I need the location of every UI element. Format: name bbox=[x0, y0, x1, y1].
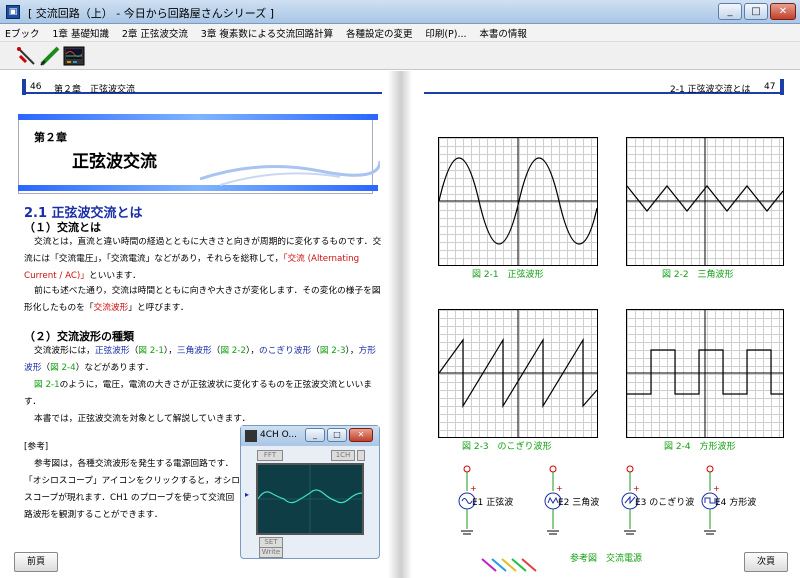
app-icon: ▣ bbox=[6, 5, 20, 19]
paragraph-3: 交流波形には，正弦波形（図 2-1），三角波形（図 2-2），のこぎり波形（図 … bbox=[24, 346, 376, 373]
fft-button[interactable]: FFT bbox=[257, 450, 283, 461]
link-fig-2-2[interactable]: 図 2-2 bbox=[220, 346, 246, 356]
channel-button[interactable]: 1CH bbox=[331, 450, 355, 461]
right-page-number: 47 bbox=[764, 82, 776, 92]
figure-2-1-caption: 図 2-1 正弦波形 bbox=[472, 270, 544, 280]
svg-text:+: + bbox=[556, 484, 563, 493]
figure-2-1-graph bbox=[438, 137, 598, 266]
link-sine[interactable]: 正弦波形 bbox=[95, 346, 130, 356]
left-page-header: 第２章 正弦波交流 bbox=[54, 85, 136, 95]
channel-spin[interactable] bbox=[357, 450, 365, 461]
figure-2-2-caption: 図 2-2 三角波形 bbox=[662, 270, 734, 280]
menu-about[interactable]: 本書の情報 bbox=[474, 24, 532, 42]
oscilloscope-titlebar[interactable]: 4CH O... _ □ ✕ bbox=[241, 426, 379, 446]
waveform-term: 交流波形 bbox=[93, 303, 129, 313]
figure-2-2-graph bbox=[626, 137, 784, 266]
menu-settings[interactable]: 各種設定の変更 bbox=[341, 24, 418, 42]
prev-page-button[interactable]: 前頁 bbox=[14, 552, 58, 572]
oscilloscope-window[interactable]: 4CH O... _ □ ✕ FFT 1CH ▸ SET Write bbox=[240, 425, 380, 559]
osc-close-button[interactable]: ✕ bbox=[349, 428, 373, 442]
link-fig-2-3[interactable]: 図 2-3 bbox=[320, 346, 346, 356]
oscilloscope-title: 4CH O... bbox=[260, 430, 297, 440]
next-page-button[interactable]: 次頁 bbox=[744, 552, 788, 572]
osc-maximize-button[interactable]: □ bbox=[327, 428, 347, 442]
oscilloscope-icon[interactable] bbox=[62, 44, 86, 68]
source-e4-label: E4 方形波 bbox=[715, 498, 757, 508]
toolbar bbox=[0, 42, 800, 70]
oscilloscope-screen bbox=[256, 463, 364, 535]
paragraph-1: 交流とは，直流と違い時間の経過とともに大きさと向きが周期的に変化するものです．交… bbox=[24, 237, 382, 281]
link-fig-2-4[interactable]: 図 2-4 bbox=[50, 363, 76, 373]
oscilloscope-app-icon bbox=[245, 430, 257, 442]
menu-chapter1[interactable]: 1章 基礎知識 bbox=[47, 24, 114, 42]
chapter-title: 正弦波交流 bbox=[72, 152, 157, 172]
subheading-1: （１）交流とは bbox=[24, 221, 101, 234]
figure-2-3-caption: 図 2-3 のこぎり波形 bbox=[462, 442, 552, 452]
title-bar: ▣ [ 交流回路（上） - 今日から回路屋さんシリーズ ] _ □ ✕ bbox=[0, 0, 800, 24]
paragraph-4: 図 2-1のように，電圧，電流の大きさが正弦波状に変化するものを正弦波交流といい… bbox=[24, 380, 372, 407]
paragraph-2: 前にも述べた通り，交流は時間とともに向きや大きさが変化します．その変化の様子を図… bbox=[24, 286, 381, 313]
pen-icon[interactable] bbox=[38, 44, 62, 68]
figure-2-4-caption: 図 2-4 方形波形 bbox=[664, 442, 736, 452]
osc-minimize-button[interactable]: _ bbox=[305, 428, 325, 442]
link-fig-2-1[interactable]: 図 2-1 bbox=[138, 346, 164, 356]
book-spine bbox=[388, 71, 412, 578]
left-page-number: 46 bbox=[30, 82, 42, 92]
source-e3-label: E3 のこぎり波 bbox=[635, 498, 695, 508]
reference-heading: [参考] bbox=[24, 442, 49, 452]
chapter-banner-swoosh bbox=[200, 160, 380, 186]
menu-bar: Eブック 1章 基礎知識 2章 正弦波交流 3章 複素数による交流回路計算 各種… bbox=[0, 24, 800, 42]
svg-text:+: + bbox=[470, 484, 477, 493]
write-button[interactable]: Write bbox=[259, 547, 283, 558]
link-sawtooth[interactable]: のこぎり波形 bbox=[259, 346, 311, 356]
close-button[interactable]: ✕ bbox=[770, 3, 796, 20]
right-page-header: 2-1 正弦波交流とは bbox=[670, 85, 751, 95]
reference-figure-caption: 参考図 交流電源 bbox=[570, 554, 643, 564]
oscilloscope-trace bbox=[257, 465, 363, 533]
window-title: [ 交流回路（上） - 今日から回路屋さんシリーズ ] bbox=[28, 7, 274, 20]
book-view: 46 第２章 正弦波交流 2-1 正弦波交流とは 47 第２章 正弦波交流 2.… bbox=[0, 71, 800, 578]
menu-chapter2[interactable]: 2章 正弦波交流 bbox=[117, 24, 193, 42]
chapter-number: 第２章 bbox=[34, 131, 67, 144]
probe-cables-icon[interactable] bbox=[480, 555, 550, 575]
probe-icon[interactable] bbox=[14, 44, 38, 68]
chapter-banner-top-bar bbox=[18, 114, 378, 120]
source-e2-label: E2 三角波 bbox=[558, 498, 600, 508]
right-header-mark bbox=[780, 79, 784, 95]
link-triangle[interactable]: 三角波形 bbox=[177, 346, 212, 356]
menu-ebook[interactable]: Eブック bbox=[0, 24, 45, 42]
menu-print[interactable]: 印刷(P)... bbox=[420, 24, 471, 42]
figure-2-4-graph bbox=[626, 309, 784, 438]
link-fig-2-1-b[interactable]: 図 2-1 bbox=[34, 380, 60, 390]
minimize-button[interactable]: _ bbox=[718, 3, 742, 20]
svg-text:+: + bbox=[713, 484, 720, 493]
probe-arrow-icon: ▸ bbox=[245, 490, 250, 499]
figure-2-3-graph bbox=[438, 309, 598, 438]
reference-text: 参考図は，各種交流波形を発生する電源回路です．「オシロスコープ」アイコンをクリッ… bbox=[24, 459, 240, 520]
menu-chapter3[interactable]: 3章 複素数による交流回路計算 bbox=[196, 24, 338, 42]
source-e1-label: E1 正弦波 bbox=[472, 498, 514, 508]
svg-text:+: + bbox=[633, 484, 640, 493]
maximize-button[interactable]: □ bbox=[744, 3, 768, 20]
subheading-2: （２）交流波形の種類 bbox=[24, 330, 134, 343]
